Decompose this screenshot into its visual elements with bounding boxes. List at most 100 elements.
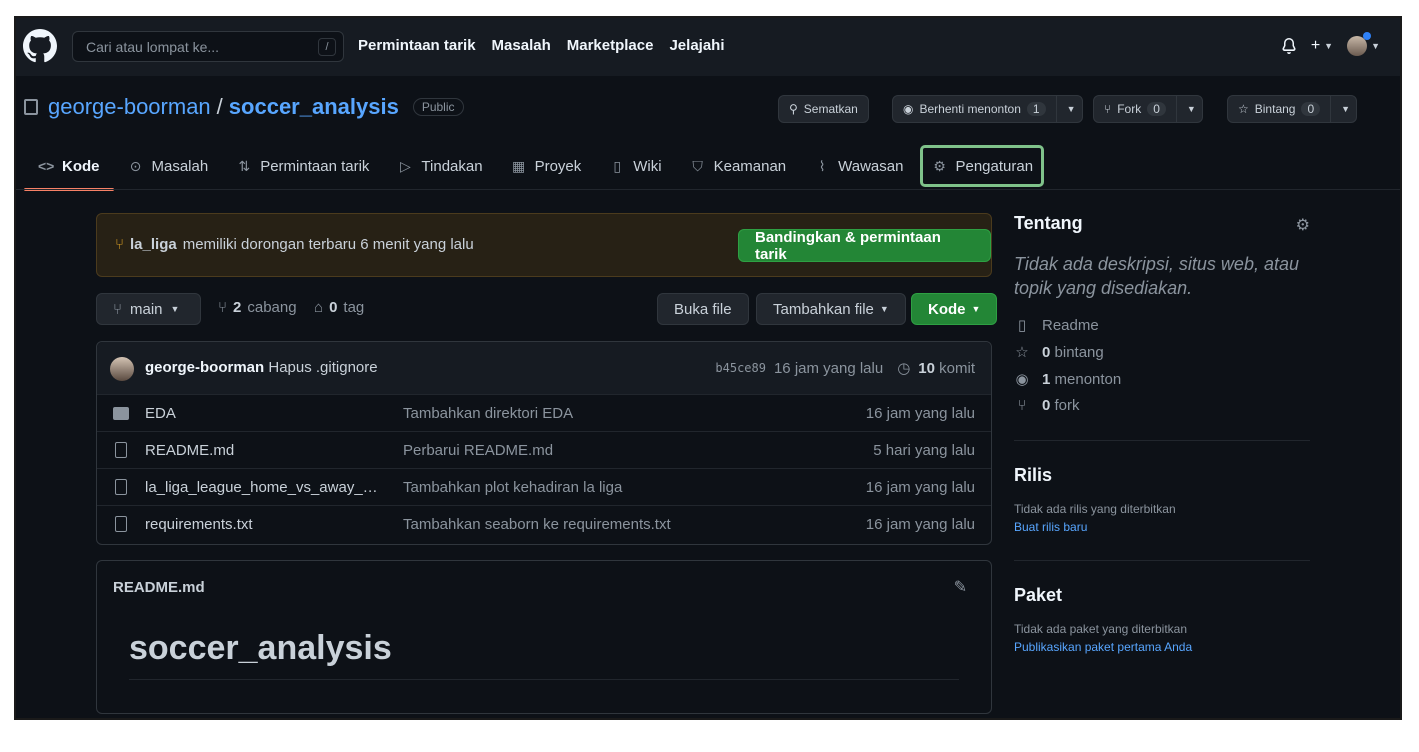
commit-author[interactable]: george-boorman <box>145 359 264 376</box>
branch-selector[interactable]: ⑂ main ▼ <box>96 293 201 325</box>
repo-name-link[interactable]: soccer_analysis <box>229 94 399 120</box>
tab-label: Proyek <box>534 157 582 175</box>
compare-pull-request-button[interactable]: Bandingkan & permintaan tarik <box>738 229 991 263</box>
file-name[interactable]: la_liga_league_home_vs_away_att... <box>145 479 383 496</box>
eye-icon: ◉ <box>1015 371 1029 388</box>
repo-title: george-boorman / soccer_analysis Public <box>24 94 464 120</box>
fork-button[interactable]: ⑂ Fork 0 ▼ <box>1093 95 1203 123</box>
nav-pull-requests[interactable]: Permintaan tarik <box>358 37 476 54</box>
commit-sha[interactable]: b45ce89 <box>715 361 766 375</box>
issue-icon: ⊙ <box>129 157 142 174</box>
table-row: README.md Perbarui README.md 5 hari yang… <box>97 432 991 469</box>
chevron-down-icon: ▼ <box>1324 41 1334 51</box>
go-to-file-button[interactable]: Buka file <box>657 293 749 325</box>
file-name[interactable]: requirements.txt <box>145 516 383 533</box>
stars-link[interactable]: ☆ 0 bintang <box>1014 343 1310 362</box>
readme-link[interactable]: ▯ Readme <box>1014 316 1310 335</box>
star-button[interactable]: ☆ Bintang 0 ▼ <box>1227 95 1358 123</box>
file-commit-message[interactable]: Tambahkan direktori EDA <box>403 405 573 422</box>
file-name[interactable]: EDA <box>145 405 383 422</box>
commits-link[interactable]: 10 komit <box>918 360 975 377</box>
chevron-down-icon[interactable]: ▼ <box>1055 96 1076 122</box>
chevron-down-icon: ▼ <box>170 304 180 314</box>
file-commit-message[interactable]: Perbarui README.md <box>403 442 553 459</box>
tab-label: Kode <box>62 157 100 175</box>
banner-branch-name[interactable]: la_liga <box>130 236 177 253</box>
fork-icon: ⑂ <box>1017 397 1027 414</box>
releases-title[interactable]: Rilis <box>1014 465 1310 486</box>
file-time: 16 jam yang lalu <box>865 516 975 533</box>
readme-title: soccer_analysis <box>129 629 392 667</box>
github-logo-icon[interactable] <box>23 29 57 63</box>
fork-label: Fork <box>1117 102 1142 116</box>
visibility-badge: Public <box>412 98 464 116</box>
commit-author-message: george-boorman Hapus .gitignore <box>145 359 378 376</box>
commit-count: 10 <box>918 359 935 377</box>
tags-link[interactable]: ⌂ 0 tag <box>314 299 364 316</box>
publish-package-link[interactable]: Publikasikan paket pertama Anda <box>1014 640 1310 654</box>
tab-issues[interactable]: ⊙ Masalah <box>114 142 223 190</box>
chevron-down-icon: ▼ <box>879 304 889 314</box>
nav-issues[interactable]: Masalah <box>492 37 551 54</box>
avatar[interactable] <box>110 357 134 381</box>
recent-push-banner: ⑂ la_liga memiliki dorongan terbaru 6 me… <box>96 213 992 277</box>
tab-label: Pengaturan <box>955 157 1034 175</box>
bell-icon[interactable] <box>1281 38 1297 54</box>
search-input[interactable]: Cari atau lompat ke... / <box>72 31 344 62</box>
nav-marketplace[interactable]: Marketplace <box>567 37 654 54</box>
table-row: EDA Tambahkan direktori EDA 16 jam yang … <box>97 395 991 432</box>
tab-actions[interactable]: ▷ Tindakan <box>383 142 496 190</box>
chevron-down-icon: ▼ <box>1371 41 1380 51</box>
pin-button[interactable]: ⚲ Sematkan <box>778 95 869 123</box>
readme-panel: README.md ✎ soccer_analysis <box>96 560 992 714</box>
book-icon: ▯ <box>1017 317 1027 334</box>
forks-link[interactable]: ⑂ 0 fork <box>1014 397 1310 414</box>
create-release-link[interactable]: Buat rilis baru <box>1014 520 1310 534</box>
tab-wiki[interactable]: ▯ Wiki <box>595 142 675 190</box>
user-menu-button[interactable]: ▼ <box>1347 32 1380 56</box>
branches-link[interactable]: ⑂ 2 cabang <box>218 299 297 316</box>
readme-header[interactable]: README.md <box>113 579 205 596</box>
tab-projects[interactable]: ▦ Proyek <box>497 142 596 190</box>
file-time: 16 jam yang lalu <box>865 405 975 422</box>
file-commit-message[interactable]: Tambahkan seaborn ke requirements.txt <box>403 516 671 533</box>
plus-icon: + <box>1310 37 1321 54</box>
latest-commit-row: george-boorman Hapus .gitignore b45ce89 … <box>97 342 991 395</box>
tab-insights[interactable]: ⌇ Wawasan <box>800 142 917 190</box>
pull-request-icon: ⇅ <box>238 157 251 174</box>
chevron-down-icon[interactable]: ▼ <box>1330 96 1350 122</box>
watch-button[interactable]: ◉ Berhenti menonton 1 ▼ <box>892 95 1083 123</box>
repo-separator: / <box>216 94 223 119</box>
packages-title[interactable]: Paket <box>1014 585 1310 606</box>
nav-explore[interactable]: Jelajahi <box>669 37 724 54</box>
about-description: Tidak ada deskripsi, situs web, atau top… <box>1014 254 1299 298</box>
repo-owner-link[interactable]: george-boorman <box>48 94 211 120</box>
tab-pull-requests[interactable]: ⇅ Permintaan tarik <box>222 142 383 190</box>
file-name[interactable]: README.md <box>145 442 383 459</box>
file-commit-message[interactable]: Tambahkan plot kehadiran la liga <box>403 479 622 496</box>
tab-label: Permintaan tarik <box>260 157 370 175</box>
file-time: 5 hari yang lalu <box>873 442 975 459</box>
code-dropdown-button[interactable]: Kode ▼ <box>911 293 998 325</box>
packages-text: Tidak ada paket yang diterbitkan <box>1014 622 1187 636</box>
banner-text: memiliki dorongan terbaru 6 menit yang l… <box>182 236 474 253</box>
commit-message[interactable]: Hapus .gitignore <box>268 359 377 376</box>
avatar <box>1347 32 1372 56</box>
browser-frame: Cari atau lompat ke... / Permintaan tari… <box>14 16 1402 720</box>
tab-security[interactable]: ⛉ Keamanan <box>676 142 801 190</box>
chevron-down-icon[interactable]: ▼ <box>1175 96 1196 122</box>
branch-bar: ⑂ main ▼ ⑂ 2 cabang ⌂ 0 tag Buka file Ta… <box>96 293 998 325</box>
watchers-label: menonton <box>1054 370 1122 388</box>
stars-label: bintang <box>1054 343 1104 361</box>
gear-icon[interactable]: ⚙ <box>1296 215 1310 235</box>
create-new-button[interactable]: + ▼ <box>1311 37 1333 55</box>
watch-label: Berhenti menonton <box>919 102 1021 116</box>
tab-settings[interactable]: ⚙ Pengaturan <box>917 142 1047 190</box>
add-file-button[interactable]: Tambahkan file ▼ <box>756 293 906 325</box>
stars-count: 0 <box>1042 343 1051 361</box>
watchers-link[interactable]: ◉ 1 menonton <box>1014 370 1310 389</box>
pencil-icon[interactable]: ✎ <box>954 577 967 597</box>
forks-count: 0 <box>1042 397 1051 414</box>
table-row: requirements.txt Tambahkan seaborn ke re… <box>97 506 991 543</box>
tab-code[interactable]: <> Kode <box>24 142 114 191</box>
